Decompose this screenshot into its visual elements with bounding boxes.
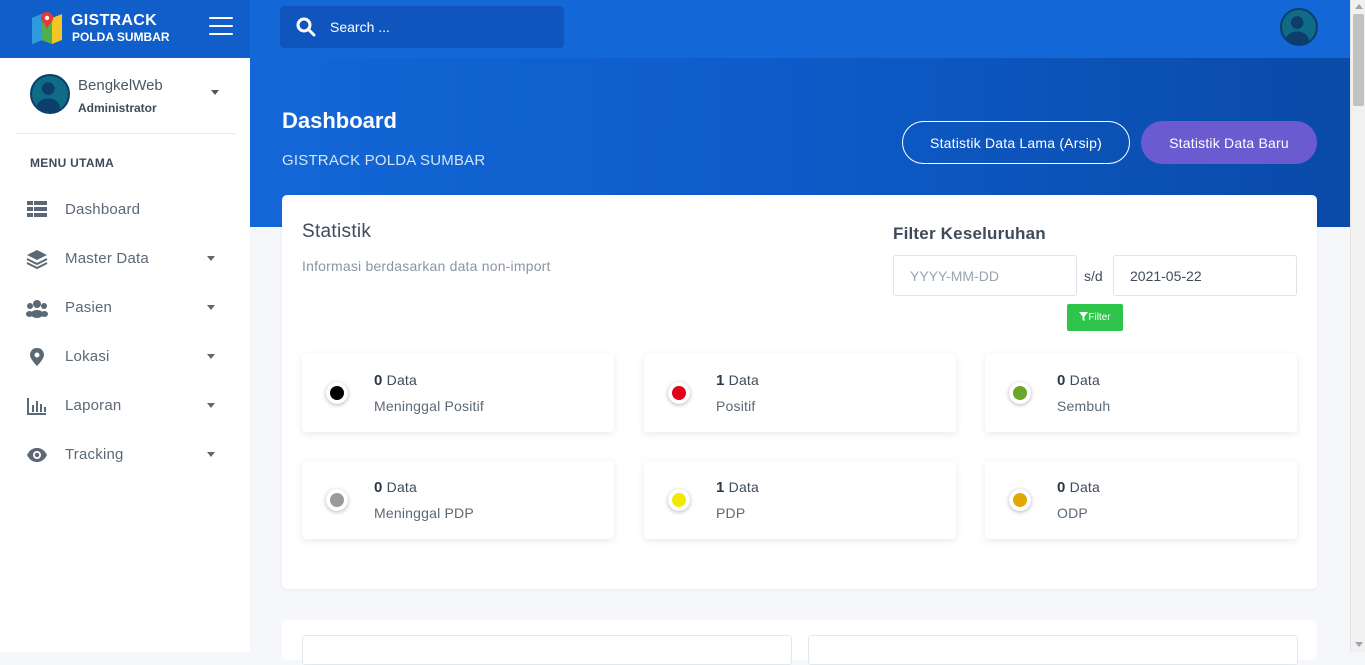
- stat-box-positif: 1 Data Positif: [644, 354, 956, 432]
- statistik-description: Informasi berdasarkan data non-import: [302, 258, 551, 274]
- statistik-data-baru-button[interactable]: Statistik Data Baru: [1141, 121, 1317, 164]
- status-dot-icon: [326, 489, 348, 511]
- chevron-down-icon: [207, 305, 215, 310]
- chart-panel-right: [808, 635, 1298, 665]
- sidebar-item-label: Master Data: [65, 250, 149, 267]
- stat-count: 0: [374, 372, 383, 389]
- status-dot-icon: [1009, 489, 1031, 511]
- scroll-thumb[interactable]: [1353, 14, 1364, 106]
- sidebar-item-label: Dashboard: [65, 201, 141, 218]
- stat-count: 0: [374, 479, 383, 496]
- filter-button-label: Filter: [1088, 312, 1111, 323]
- sidebar-item-dashboard[interactable]: Dashboard: [0, 190, 250, 230]
- stat-box-meninggal-pdp: 0 Data Meninggal PDP: [302, 461, 614, 539]
- stat-box-pdp: 1 Data PDP: [644, 461, 956, 539]
- stat-unit: Data: [386, 372, 418, 388]
- date-range-separator: s/d: [1084, 268, 1103, 284]
- stat-box-sembuh: 0 Data Sembuh: [985, 354, 1297, 432]
- stat-count: 1: [716, 372, 725, 389]
- user-avatar-icon[interactable]: [1280, 8, 1318, 46]
- chevron-down-icon: [207, 403, 215, 408]
- status-dot-icon: [668, 382, 690, 404]
- sidebar-item-laporan[interactable]: Laporan: [0, 386, 250, 426]
- chart-panel-left: [302, 635, 792, 665]
- layers-icon: [26, 250, 48, 269]
- date-to-input[interactable]: [1113, 255, 1297, 296]
- stat-unit: Data: [1069, 479, 1101, 495]
- chevron-down-icon: [207, 452, 215, 457]
- status-dot-icon: [1009, 382, 1031, 404]
- users-icon: [26, 300, 48, 318]
- date-from-input[interactable]: [893, 255, 1077, 296]
- user-role: Administrator: [78, 101, 157, 115]
- status-dot-icon: [668, 489, 690, 511]
- stat-unit: Data: [728, 372, 760, 388]
- search-icon[interactable]: [296, 17, 316, 37]
- sidebar-item-label: Lokasi: [65, 348, 110, 365]
- stat-unit: Data: [386, 479, 418, 495]
- sidebar-item-pasien[interactable]: Pasien: [0, 288, 250, 328]
- stat-count: 0: [1057, 479, 1066, 496]
- stat-count: 0: [1057, 372, 1066, 389]
- brand-title: GISTRACK: [71, 12, 157, 29]
- stat-unit: Data: [728, 479, 760, 495]
- chevron-down-icon: [207, 256, 215, 261]
- search-bar: [280, 6, 564, 48]
- sidebar: BengkelWeb Administrator MENU UTAMA Dash…: [0, 58, 250, 652]
- chevron-down-icon[interactable]: [211, 90, 219, 95]
- page-title: Dashboard: [282, 108, 397, 133]
- sidebar-item-label: Laporan: [65, 397, 122, 414]
- page-scrollbar[interactable]: [1350, 0, 1365, 652]
- brand-subtitle: POLDA SUMBAR: [72, 30, 170, 44]
- table-icon: [27, 201, 47, 217]
- sidebar-item-label: Tracking: [65, 446, 124, 463]
- stat-label: Meninggal Positif: [374, 398, 485, 414]
- user-name: BengkelWeb: [78, 77, 163, 94]
- stat-box-meninggal-positif: 0 Data Meninggal Positif: [302, 354, 614, 432]
- user-profile[interactable]: BengkelWeb Administrator: [16, 58, 236, 134]
- scroll-up-icon[interactable]: [1355, 4, 1363, 9]
- sidebar-item-tracking[interactable]: Tracking: [0, 435, 250, 475]
- hamburger-menu-icon[interactable]: [209, 17, 233, 37]
- stat-count: 1: [716, 479, 725, 496]
- stat-label: Positif: [716, 398, 756, 414]
- menu-section-title: MENU UTAMA: [30, 156, 115, 170]
- profile-avatar-icon: [30, 74, 70, 114]
- map-pin-logo-icon: [32, 12, 62, 44]
- search-input[interactable]: [330, 6, 550, 48]
- filter-title: Filter Keseluruhan: [893, 224, 1046, 243]
- status-dot-icon: [326, 382, 348, 404]
- filter-button[interactable]: Filter: [1067, 304, 1123, 331]
- stat-label: Sembuh: [1057, 398, 1111, 414]
- map-marker-icon: [30, 348, 44, 366]
- eye-icon: [27, 448, 47, 462]
- stat-unit: Data: [1069, 372, 1101, 388]
- sidebar-item-lokasi[interactable]: Lokasi: [0, 337, 250, 377]
- scroll-down-icon[interactable]: [1355, 642, 1363, 647]
- stat-label: Meninggal PDP: [374, 505, 474, 521]
- stat-label: PDP: [716, 505, 746, 521]
- statistik-data-lama-button[interactable]: Statistik Data Lama (Arsip): [902, 121, 1130, 164]
- sidebar-item-master-data[interactable]: Master Data: [0, 239, 250, 279]
- page-subtitle: GISTRACK POLDA SUMBAR: [282, 152, 486, 169]
- sidebar-item-label: Pasien: [65, 299, 113, 316]
- stat-label: ODP: [1057, 505, 1088, 521]
- statistik-title: Statistik: [302, 221, 372, 242]
- chevron-down-icon: [207, 354, 215, 359]
- stat-box-odp: 0 Data ODP: [985, 461, 1297, 539]
- bar-chart-icon: [27, 398, 46, 415]
